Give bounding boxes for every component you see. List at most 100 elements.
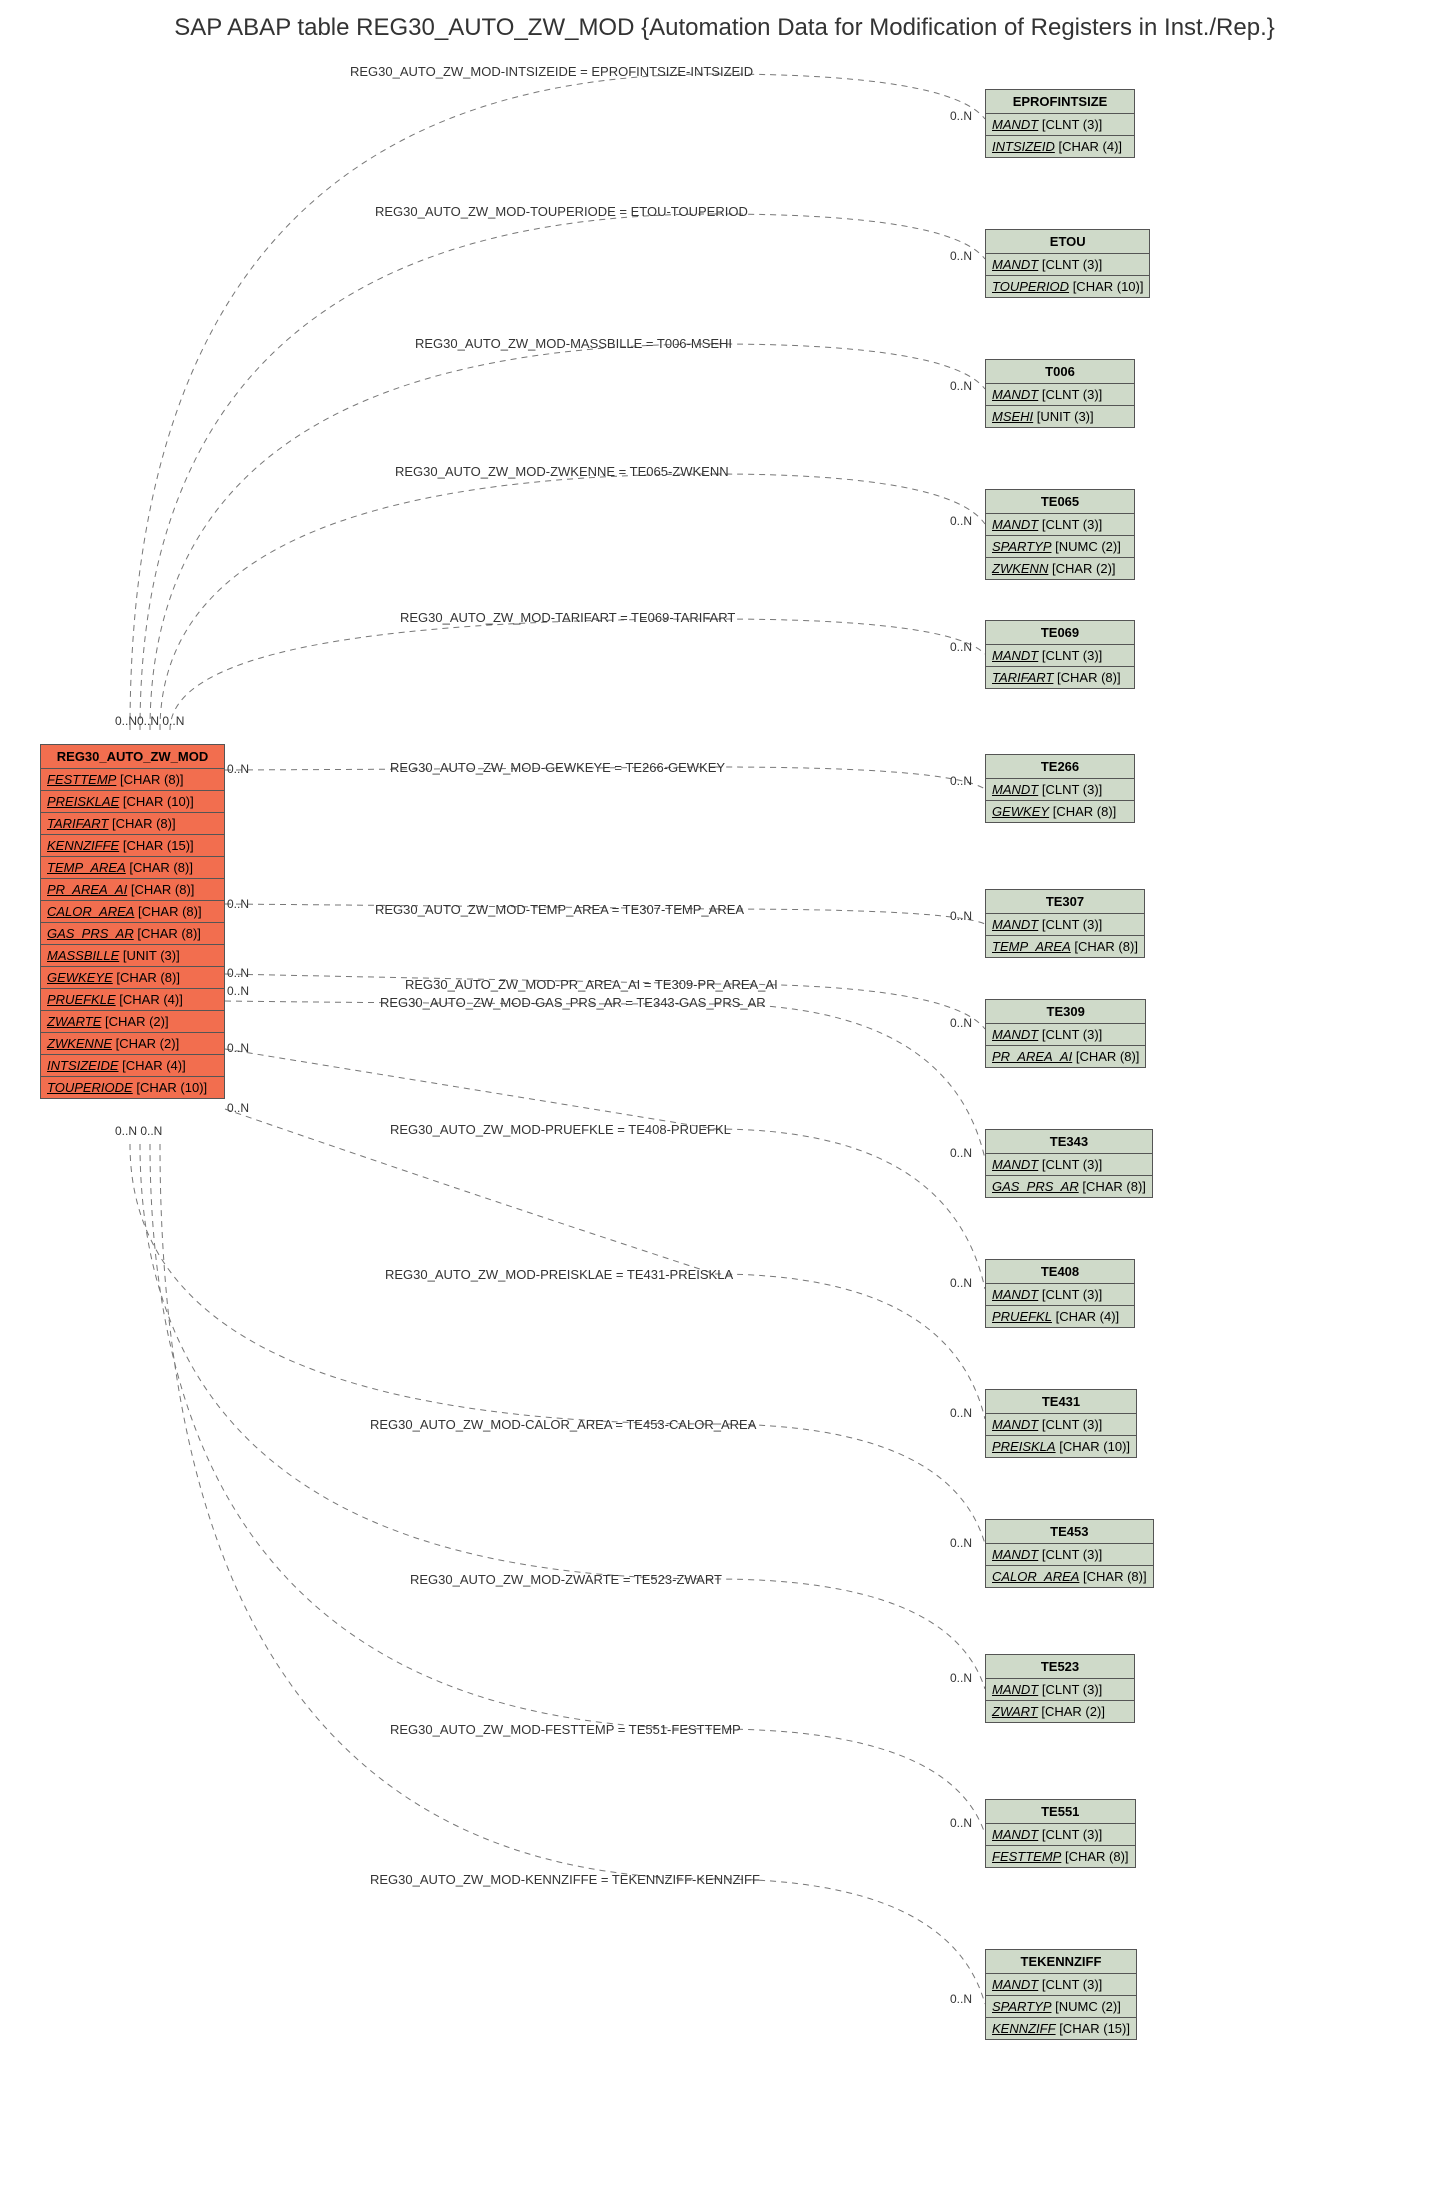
entity-target: TE069MANDT [CLNT (3)]TARIFART [CHAR (8)] bbox=[985, 620, 1135, 689]
entity-target: TE523MANDT [CLNT (3)]ZWART [CHAR (2)] bbox=[985, 1654, 1135, 1723]
source-field: GEWKEYE [CHAR (8)] bbox=[41, 967, 224, 989]
relation-label: REG30_AUTO_ZW_MOD-PR_AREA_AI = TE309-PR_… bbox=[405, 977, 778, 992]
target-field: MANDT [CLNT (3)] bbox=[986, 1024, 1145, 1046]
target-field: PR_AREA_AI [CHAR (8)] bbox=[986, 1046, 1145, 1067]
source-field: TARIFART [CHAR (8)] bbox=[41, 813, 224, 835]
relation-label: REG30_AUTO_ZW_MOD-TEMP_AREA = TE307-TEMP… bbox=[375, 902, 744, 917]
cardinality-left: 0..N bbox=[227, 897, 249, 911]
source-field: TEMP_AREA [CHAR (8)] bbox=[41, 857, 224, 879]
relation-label: REG30_AUTO_ZW_MOD-MASSBILLE = T006-MSEHI bbox=[415, 336, 732, 351]
target-field: MANDT [CLNT (3)] bbox=[986, 1544, 1153, 1566]
relation-label: REG30_AUTO_ZW_MOD-ZWKENNE = TE065-ZWKENN bbox=[395, 464, 729, 479]
cardinality-right: 0..N bbox=[950, 109, 972, 123]
cardinality-right: 0..N bbox=[950, 514, 972, 528]
target-field: MANDT [CLNT (3)] bbox=[986, 1414, 1136, 1436]
target-field: MANDT [CLNT (3)] bbox=[986, 1824, 1135, 1846]
cardinality-left: 0..N bbox=[227, 984, 249, 998]
source-field: GAS_PRS_AR [CHAR (8)] bbox=[41, 923, 224, 945]
entity-target: TE453MANDT [CLNT (3)]CALOR_AREA [CHAR (8… bbox=[985, 1519, 1154, 1588]
cardinality-left: 0..N bbox=[227, 1101, 249, 1115]
target-field: MANDT [CLNT (3)] bbox=[986, 914, 1144, 936]
relation-label: REG30_AUTO_ZW_MOD-TOUPERIODE = ETOU-TOUP… bbox=[375, 204, 748, 219]
entity-target-header: ETOU bbox=[986, 230, 1149, 254]
cardinality-right: 0..N bbox=[950, 1146, 972, 1160]
entity-target-header: TE408 bbox=[986, 1260, 1134, 1284]
cardinality-right: 0..N bbox=[950, 1536, 972, 1550]
cardinality-right: 0..N bbox=[950, 1016, 972, 1030]
cardinality-right: 0..N bbox=[950, 379, 972, 393]
entity-target: TE309MANDT [CLNT (3)]PR_AREA_AI [CHAR (8… bbox=[985, 999, 1146, 1068]
target-field: PREISKLA [CHAR (10)] bbox=[986, 1436, 1136, 1457]
entity-target-header: TE266 bbox=[986, 755, 1134, 779]
target-field: MANDT [CLNT (3)] bbox=[986, 1284, 1134, 1306]
target-field: MANDT [CLNT (3)] bbox=[986, 645, 1134, 667]
target-field: CALOR_AREA [CHAR (8)] bbox=[986, 1566, 1153, 1587]
entity-source-header: REG30_AUTO_ZW_MOD bbox=[41, 745, 224, 769]
entity-target-header: TE065 bbox=[986, 490, 1134, 514]
relation-label: REG30_AUTO_ZW_MOD-KENNZIFFE = TEKENNZIFF… bbox=[370, 1872, 760, 1887]
target-field: ZWART [CHAR (2)] bbox=[986, 1701, 1134, 1722]
entity-target: ETOUMANDT [CLNT (3)]TOUPERIOD [CHAR (10)… bbox=[985, 229, 1150, 298]
source-field: ZWARTE [CHAR (2)] bbox=[41, 1011, 224, 1033]
entity-target-header: TE309 bbox=[986, 1000, 1145, 1024]
cardinality-right: 0..N bbox=[950, 1276, 972, 1290]
relation-label: REG30_AUTO_ZW_MOD-FESTTEMP = TE551-FESTT… bbox=[390, 1722, 741, 1737]
entity-target-header: TE069 bbox=[986, 621, 1134, 645]
target-field: MANDT [CLNT (3)] bbox=[986, 779, 1134, 801]
target-field: TOUPERIOD [CHAR (10)] bbox=[986, 276, 1149, 297]
entity-target: TE551MANDT [CLNT (3)]FESTTEMP [CHAR (8)] bbox=[985, 1799, 1136, 1868]
target-field: MANDT [CLNT (3)] bbox=[986, 254, 1149, 276]
cardinality-left: 0..N bbox=[227, 966, 249, 980]
source-field: MASSBILLE [UNIT (3)] bbox=[41, 945, 224, 967]
page-title: SAP ABAP table REG30_AUTO_ZW_MOD {Automa… bbox=[10, 14, 1429, 42]
relation-label: REG30_AUTO_ZW_MOD-TARIFART = TE069-TARIF… bbox=[400, 610, 735, 625]
entity-target: TEKENNZIFFMANDT [CLNT (3)]SPARTYP [NUMC … bbox=[985, 1949, 1137, 2040]
relation-label: REG30_AUTO_ZW_MOD-INTSIZEIDE = EPROFINTS… bbox=[350, 64, 753, 79]
target-field: FESTTEMP [CHAR (8)] bbox=[986, 1846, 1135, 1867]
entity-target-header: EPROFINTSIZE bbox=[986, 90, 1134, 114]
entity-target: TE065MANDT [CLNT (3)]SPARTYP [NUMC (2)]Z… bbox=[985, 489, 1135, 580]
connectors-svg bbox=[10, 44, 1419, 2184]
source-field: CALOR_AREA [CHAR (8)] bbox=[41, 901, 224, 923]
cardinality-cluster-bottom: 0..N 0..N bbox=[115, 1124, 162, 1138]
cardinality-right: 0..N bbox=[950, 1671, 972, 1685]
relation-label: REG30_AUTO_ZW_MOD-CALOR_AREA = TE453-CAL… bbox=[370, 1417, 756, 1432]
entity-target-header: TE523 bbox=[986, 1655, 1134, 1679]
entity-target: TE307MANDT [CLNT (3)]TEMP_AREA [CHAR (8)… bbox=[985, 889, 1145, 958]
entity-target-header: TE431 bbox=[986, 1390, 1136, 1414]
target-field: MANDT [CLNT (3)] bbox=[986, 114, 1134, 136]
entity-target-header: TE551 bbox=[986, 1800, 1135, 1824]
relation-label: REG30_AUTO_ZW_MOD-GAS_PRS_AR = TE343-GAS… bbox=[380, 995, 766, 1010]
diagram-canvas: REG30_AUTO_ZW_MOD FESTTEMP [CHAR (8)] PRE… bbox=[10, 44, 1419, 2184]
entity-target: T006MANDT [CLNT (3)]MSEHI [UNIT (3)] bbox=[985, 359, 1135, 428]
source-field: PRUEFKLE [CHAR (4)] bbox=[41, 989, 224, 1011]
entity-target: EPROFINTSIZEMANDT [CLNT (3)]INTSIZEID [C… bbox=[985, 89, 1135, 158]
target-field: KENNZIFF [CHAR (15)] bbox=[986, 2018, 1136, 2039]
target-field: SPARTYP [NUMC (2)] bbox=[986, 1996, 1136, 2018]
target-field: MANDT [CLNT (3)] bbox=[986, 514, 1134, 536]
target-field: INTSIZEID [CHAR (4)] bbox=[986, 136, 1134, 157]
relation-label: REG30_AUTO_ZW_MOD-GEWKEYE = TE266-GEWKEY bbox=[390, 760, 725, 775]
source-field: FESTTEMP [CHAR (8)] bbox=[41, 769, 224, 791]
target-field: TEMP_AREA [CHAR (8)] bbox=[986, 936, 1144, 957]
target-field: PRUEFKL [CHAR (4)] bbox=[986, 1306, 1134, 1327]
entity-target-header: TEKENNZIFF bbox=[986, 1950, 1136, 1974]
entity-target-header: TE343 bbox=[986, 1130, 1152, 1154]
entity-target: TE408MANDT [CLNT (3)]PRUEFKL [CHAR (4)] bbox=[985, 1259, 1135, 1328]
target-field: ZWKENN [CHAR (2)] bbox=[986, 558, 1134, 579]
source-field: INTSIZEIDE [CHAR (4)] bbox=[41, 1055, 224, 1077]
target-field: TARIFART [CHAR (8)] bbox=[986, 667, 1134, 688]
cardinality-left: 0..N bbox=[227, 762, 249, 776]
entity-target: TE266MANDT [CLNT (3)]GEWKEY [CHAR (8)] bbox=[985, 754, 1135, 823]
relation-label: REG30_AUTO_ZW_MOD-ZWARTE = TE523-ZWART bbox=[410, 1572, 722, 1587]
cardinality-cluster-top: 0..N0..N 0..N bbox=[115, 714, 184, 728]
cardinality-left: 0..N bbox=[227, 1041, 249, 1055]
target-field: MANDT [CLNT (3)] bbox=[986, 1154, 1152, 1176]
target-field: MANDT [CLNT (3)] bbox=[986, 1679, 1134, 1701]
entity-target: TE343MANDT [CLNT (3)]GAS_PRS_AR [CHAR (8… bbox=[985, 1129, 1153, 1198]
entity-target-header: TE307 bbox=[986, 890, 1144, 914]
relation-label: REG30_AUTO_ZW_MOD-PREISKLAE = TE431-PREI… bbox=[385, 1267, 733, 1282]
target-field: SPARTYP [NUMC (2)] bbox=[986, 536, 1134, 558]
entity-source: REG30_AUTO_ZW_MOD FESTTEMP [CHAR (8)]PRE… bbox=[40, 744, 225, 1099]
cardinality-right: 0..N bbox=[950, 774, 972, 788]
